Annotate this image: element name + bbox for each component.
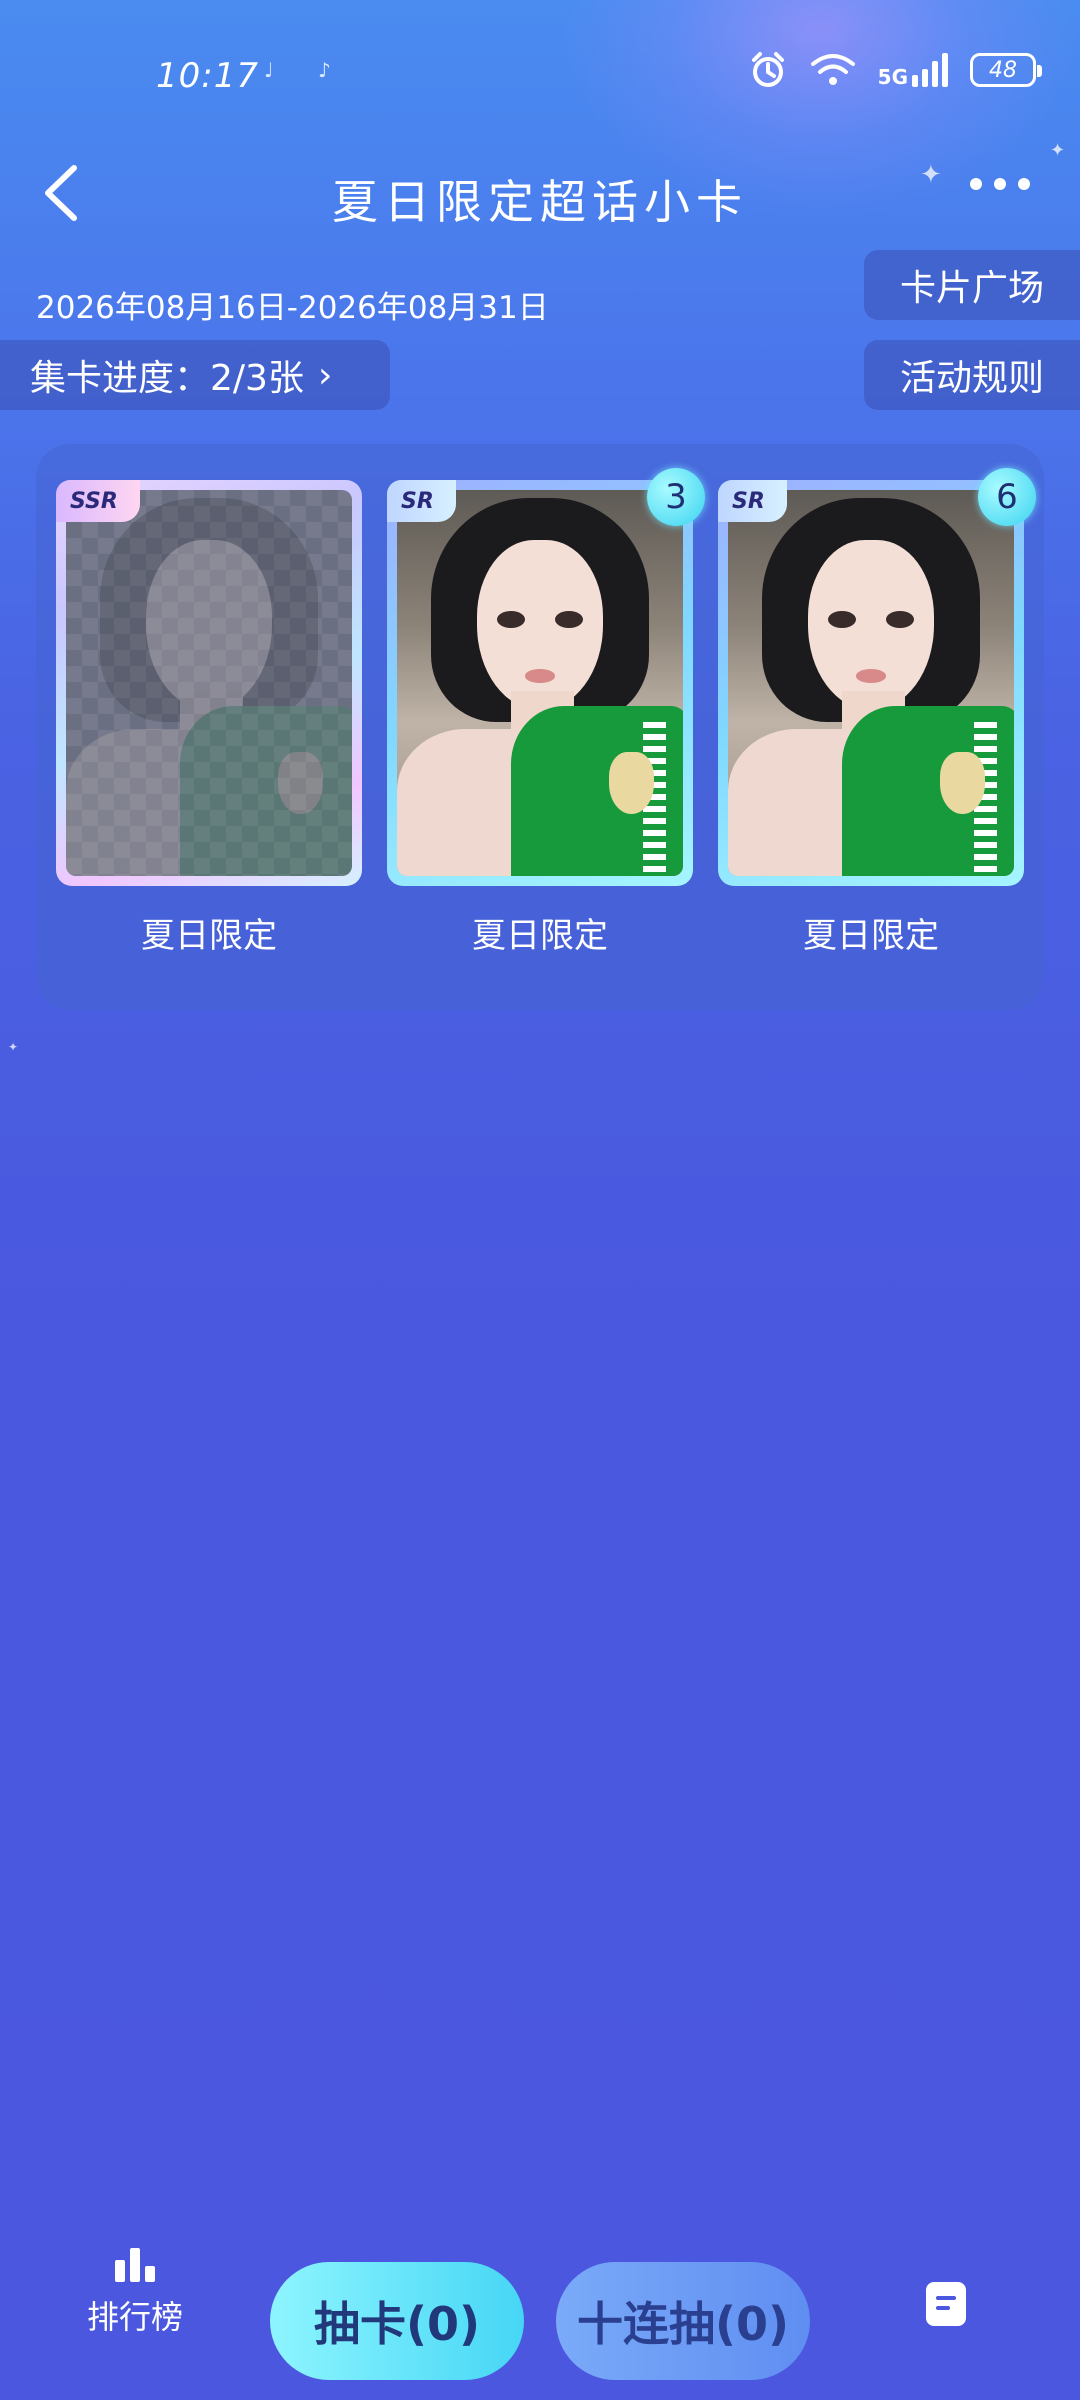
sparkle-icon: ✦ [8, 1040, 19, 1054]
card-name: 夏日限定 [472, 916, 608, 956]
card-count-badge: 3 [647, 468, 705, 526]
ranking-bars-icon [80, 2246, 190, 2282]
status-time: 10:17 [156, 56, 259, 96]
chevron-right-icon: › [317, 354, 333, 396]
activity-rules-button[interactable]: 活动规则 [864, 340, 1080, 410]
more-dots-icon[interactable] [970, 178, 1030, 190]
card-name: 夏日限定 [803, 916, 939, 956]
progress-value: 2/3张 [210, 358, 304, 399]
card-photo-locked [66, 490, 352, 876]
battery-icon: 48 [970, 53, 1042, 87]
card-name: 夏日限定 [141, 916, 277, 956]
network-type: 5G [877, 65, 908, 89]
rarity-badge: SR [718, 480, 787, 522]
card-frame: SR 6 [718, 468, 1036, 886]
signal-icon [912, 53, 948, 87]
page-title: 夏日限定超话小卡 [332, 175, 748, 229]
sparkle-icon: ✦ [1050, 140, 1066, 161]
card-photo [397, 490, 683, 876]
ranking-button[interactable]: 排行榜 [80, 2246, 190, 2338]
ranking-label: 排行榜 [86, 2298, 183, 2336]
event-date-range: 2026年08月16日-2026年08月31日 [36, 290, 549, 326]
music-note-icon: ♪ [318, 58, 331, 82]
ten-draw-button[interactable]: 十连抽(0) [556, 2262, 810, 2380]
alarm-icon [751, 52, 784, 87]
rarity-badge: SR [387, 480, 456, 522]
wifi-icon [810, 54, 855, 85]
collection-progress-button[interactable]: 集卡进度： 2/3张 › [0, 340, 390, 410]
card-item[interactable]: SR 3 夏日限定 [387, 468, 705, 957]
draw-card-button[interactable]: 抽卡(0) [270, 2262, 524, 2380]
card-item[interactable]: SSR 夏日限定 [56, 480, 362, 957]
card-count-badge: 6 [978, 468, 1036, 526]
card-photo [728, 490, 1014, 876]
battery-level: 48 [989, 57, 1017, 83]
music-note-icon: ♩ [264, 58, 274, 82]
card-frame: SR 3 [387, 468, 705, 886]
card-item[interactable]: SR 6 夏日限定 [718, 468, 1036, 957]
rarity-badge: SSR [56, 480, 140, 522]
notes-icon[interactable] [926, 2282, 966, 2326]
card-plaza-button[interactable]: 卡片广场 [864, 250, 1080, 320]
card-collection-panel: SSR 夏日限定 SR 3 夏日限定 SR 6 夏日限定 [36, 444, 1044, 1010]
progress-label: 集卡进度： [30, 358, 211, 399]
card-frame: SSR [56, 480, 362, 886]
status-icons: 5G 48 [748, 50, 1042, 90]
